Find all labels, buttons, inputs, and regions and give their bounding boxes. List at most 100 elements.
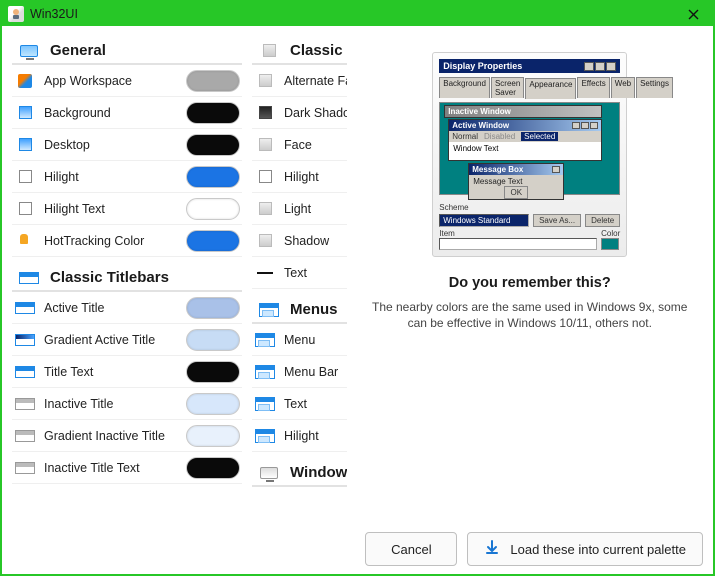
square-outline-icon [14,168,36,186]
monitor-icon [18,43,40,59]
color-swatch[interactable] [186,198,240,220]
color-row-label: Hilight [284,170,347,184]
square-blue-icon [14,136,36,154]
color-swatch[interactable] [186,329,240,351]
section-title: Classic Titlebars [50,269,169,286]
menus-icon [254,331,276,349]
side-heading: Do you remember this? [449,275,611,291]
square-grey-icon [254,72,276,90]
window-title: Win32UI [30,7,673,21]
color-swatch[interactable] [186,102,240,124]
preview-tab: Effects [577,77,609,98]
preview-item-dropdown [439,238,597,250]
titlebar-blue-icon [14,299,36,317]
color-row-label: Hilight [44,170,178,184]
color-row[interactable]: Gradient Inactive Title [12,420,242,452]
color-swatch[interactable] [186,393,240,415]
close-icon [688,9,699,20]
color-swatch[interactable] [186,230,240,252]
color-row[interactable]: Desktop [12,129,242,161]
color-row-label: Alternate Face [284,74,347,88]
app-icon [8,6,24,22]
color-swatch[interactable] [186,134,240,156]
color-row[interactable]: Menu Bar [252,356,347,388]
color-swatch[interactable] [186,425,240,447]
menus-icon [254,363,276,381]
load-palette-button[interactable]: Load these into current palette [467,532,703,566]
side-panel: Display Properties Background Screen Sav… [357,36,704,520]
color-swatch[interactable] [186,166,240,188]
color-row[interactable]: Face [252,129,347,161]
column-right: Classic Buttons Alternate Face Dark Shadow… [252,36,347,520]
preview-desktop: Inactive Window Active Window Normal Dis… [439,102,620,195]
color-row-label: Text [284,397,347,411]
preview-item-label: Item [439,229,597,238]
color-row[interactable]: Hilight [252,420,347,452]
color-row[interactable]: Hilight Text [12,193,242,225]
square-outline-icon [254,168,276,186]
titlebar-grey-icon [14,459,36,477]
color-row[interactable]: Inactive Title Text [12,452,242,484]
color-row[interactable]: Menu [252,324,347,356]
square-grey-icon [258,43,280,59]
preview-tab: Background [439,77,490,98]
square-lightgrey-icon [254,232,276,250]
client-area: General App Workspace Background Desktop Hil… [2,26,713,574]
color-row[interactable]: Active Title [12,292,242,324]
section-header-general: General [12,36,242,65]
preview-color-label: Color [601,229,620,238]
color-row[interactable]: HotTracking Color [12,225,242,257]
color-row[interactable]: Dark Shadow [252,97,347,129]
color-swatch[interactable] [186,361,240,383]
color-swatch[interactable] [186,70,240,92]
square-grey-icon [254,136,276,154]
color-row[interactable]: Hilight [252,161,347,193]
color-row[interactable]: App Workspace [12,65,242,97]
color-swatch[interactable] [186,457,240,479]
side-body-text: The nearby colors are the same used in W… [363,299,698,331]
color-row-label: Desktop [44,138,178,152]
color-swatch[interactable] [186,297,240,319]
square-dark-icon [254,104,276,122]
dash-icon [254,264,276,282]
color-row[interactable]: Gradient Active Title [12,324,242,356]
preview-active-title: Active Window [449,120,601,131]
preview-tab: Appearance [525,78,576,99]
preview-scheme-label: Scheme [439,203,620,212]
monitor-grey-icon [258,465,280,481]
color-row-label: App Workspace [44,74,178,88]
color-row-label: Title Text [44,365,178,379]
preview-inactive-title: Inactive Window [445,106,601,117]
color-row[interactable]: Text [252,257,347,289]
preview-title-text: Display Properties [443,61,522,71]
preview-msgbox-title: Message Box [469,164,563,175]
color-row[interactable]: Shadow [252,225,347,257]
color-row[interactable]: Text [252,388,347,420]
section-header-window_partial: Window [252,458,347,487]
titlebar-grey-icon [14,427,36,445]
settings-scroll-area: General App Workspace Background Desktop Hil… [12,36,347,520]
square-outline-icon [14,200,36,218]
color-row-label: Dark Shadow [284,106,347,120]
color-row-label: Menu [284,333,347,347]
preview-scheme-field: Windows Standard [439,214,529,227]
download-arrow-icon [484,539,500,559]
color-row[interactable]: Hilight [12,161,242,193]
color-row[interactable]: Background [12,97,242,129]
cancel-button[interactable]: Cancel [365,532,457,566]
preview-window-text: Window Text [449,142,601,160]
color-row[interactable]: Light [252,193,347,225]
section-header-titlebars: Classic Titlebars [12,263,242,292]
color-row[interactable]: Inactive Title [12,388,242,420]
color-row-label: Gradient Active Title [44,333,178,347]
color-row[interactable]: Alternate Face [252,65,347,97]
color-row[interactable]: Title Text [12,356,242,388]
section-title: Classic Buttons [290,42,347,59]
preview-msgbox-text: Message Text [473,177,559,186]
close-button[interactable] [679,4,707,24]
color-row-label: Light [284,202,347,216]
app-icon [14,72,36,90]
color-row-label: Face [284,138,347,152]
preview-color-box [601,238,619,250]
square-grey-icon [254,200,276,218]
